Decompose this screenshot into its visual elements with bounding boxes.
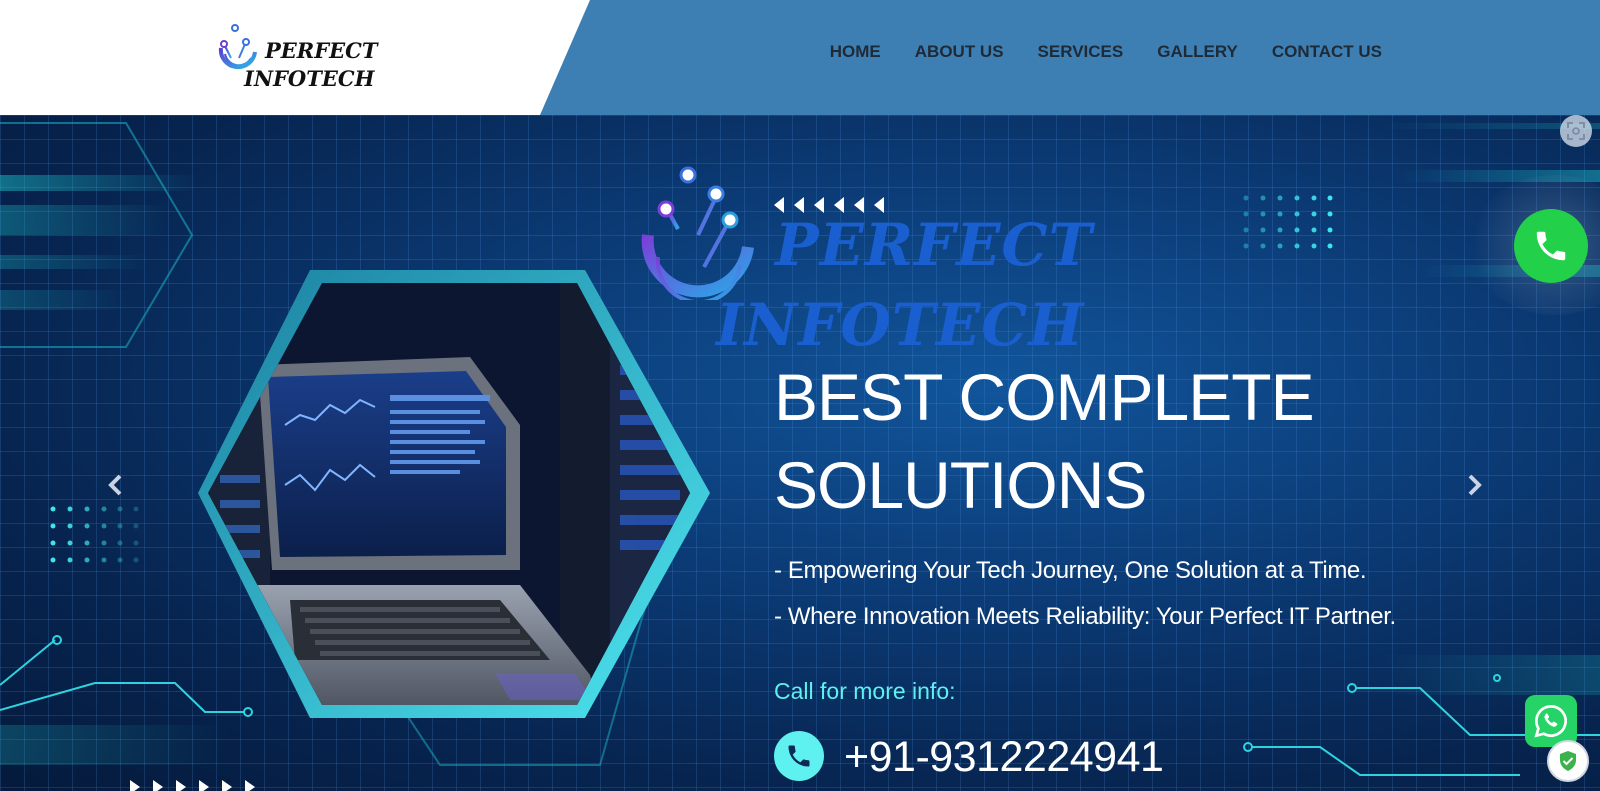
main-nav: HOME ABOUT US SERVICES GALLERY CONTACT U… (830, 42, 1382, 62)
hero-headline-line2: SOLUTIONS (774, 448, 1147, 522)
hero-headline-line1: BEST COMPLETE (774, 360, 1315, 434)
call-info-label: Call for more info: (774, 678, 956, 704)
hero-tagline-1: - Empowering Your Tech Journey, One Solu… (774, 557, 1367, 584)
nav-gallery[interactable]: GALLERY (1157, 42, 1238, 62)
phone-icon (1536, 231, 1566, 261)
logo-text-line2: INFOTECH (244, 66, 375, 91)
carousel-prev-button[interactable] (100, 467, 130, 503)
phone-icon (774, 731, 824, 781)
whatsapp-icon (1534, 705, 1567, 738)
circuit-logo-icon (218, 24, 257, 70)
nav-services[interactable]: SERVICES (1038, 42, 1124, 62)
hero-headline: BEST COMPLETE SOLUTIONS (774, 353, 1334, 529)
hero-circuit-logo-icon (641, 166, 754, 300)
phone-glyph-icon (788, 745, 810, 767)
floating-call-button[interactable] (1514, 209, 1588, 283)
site-logo[interactable]: PERFECT INFOTECH (215, 22, 378, 97)
nav-contact-us[interactable]: CONTACT US (1272, 42, 1382, 62)
carousel-next-button[interactable] (1460, 467, 1490, 503)
site-header: PERFECT INFOTECH HOME ABOUT US SERVICES … (0, 0, 1600, 115)
chevron-left-icon (108, 474, 122, 496)
hero-phone-number[interactable]: +91-9312224941 (844, 733, 1164, 782)
nav-home[interactable]: HOME (830, 42, 881, 62)
hero-tagline-2: - Where Innovation Meets Reliability: Yo… (774, 603, 1396, 630)
chevron-right-icon (1468, 474, 1482, 496)
security-badge-button[interactable] (1547, 740, 1589, 782)
hero-logo-text-line2: INFOTECH (716, 291, 1085, 359)
hero-logo-text-line1: PERFECT (775, 211, 1093, 279)
scan-button[interactable] (1560, 115, 1592, 147)
scan-icon (1567, 122, 1585, 140)
shield-check-icon (1560, 751, 1576, 771)
nav-about-us[interactable]: ABOUT US (915, 42, 1004, 62)
hero-slider: PERFECT INFOTECH BEST COMPLETE SOLUTIONS… (0, 115, 1600, 791)
logo-text-line1: PERFECT (265, 38, 378, 63)
